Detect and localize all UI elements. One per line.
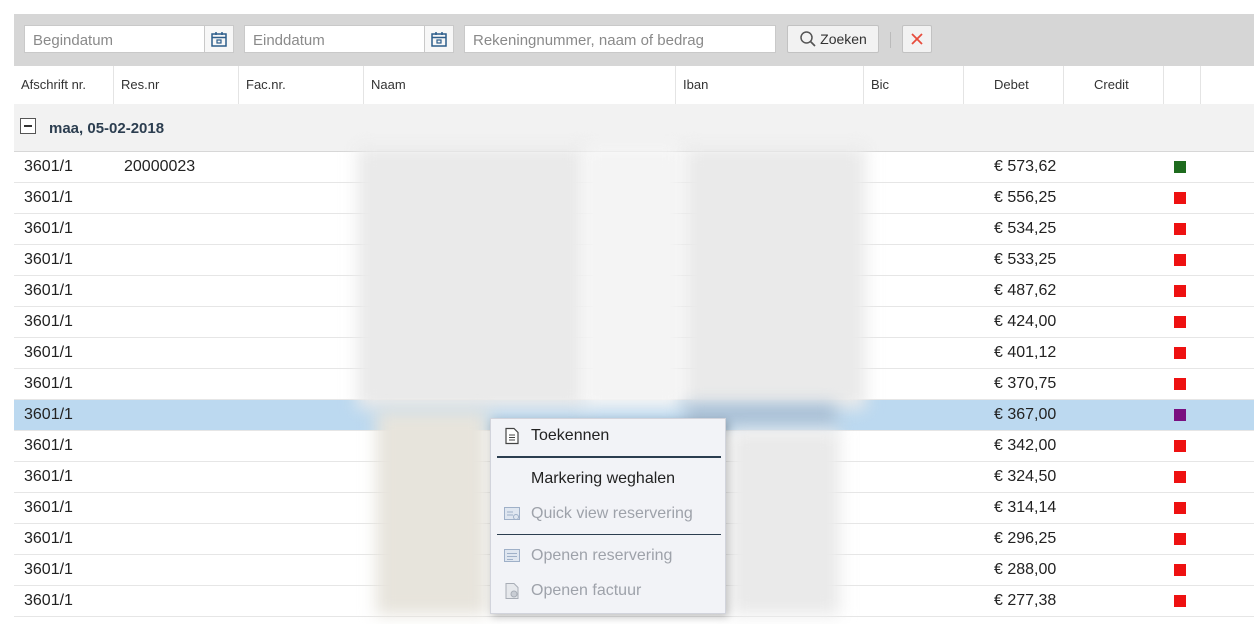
end-date-field[interactable]: Einddatum [244, 25, 454, 53]
document-icon [505, 427, 519, 445]
status-marker [1174, 254, 1186, 266]
debet-cell: € 314,14 [994, 499, 1057, 516]
column-header-marker [1164, 66, 1201, 104]
menu-item-openen-reservering[interactable]: Openen reservering [491, 541, 727, 571]
afschrift-cell: 3601/1 [24, 499, 73, 516]
afschrift-cell: 3601/1 [24, 468, 73, 485]
debet-cell: € 288,00 [994, 561, 1057, 578]
invoice-icon [505, 583, 519, 599]
afschrift-cell: 3601/1 [24, 530, 73, 547]
afschrift-cell: 3601/1 [24, 313, 73, 330]
clear-button[interactable] [902, 25, 932, 53]
status-marker [1174, 161, 1186, 173]
status-marker [1174, 378, 1186, 390]
debet-cell: € 277,38 [994, 592, 1057, 609]
afschrift-cell: 3601/1 [24, 561, 73, 578]
search-input[interactable]: Rekeningnummer, naam of bedrag [464, 25, 776, 53]
afschrift-cell: 3601/1 [24, 158, 73, 175]
context-menu: Toekennen Markering weghalen Quick view … [490, 418, 726, 614]
afschrift-cell: 3601/1 [24, 592, 73, 609]
menu-item-toekennen[interactable]: Toekennen [491, 421, 727, 451]
debet-cell: € 401,12 [994, 344, 1057, 361]
debet-cell: € 342,00 [994, 437, 1057, 454]
debet-cell: € 370,75 [994, 375, 1057, 392]
status-marker [1174, 316, 1186, 328]
debet-cell: € 324,50 [994, 468, 1057, 485]
column-header-naam[interactable]: Naam [364, 66, 676, 104]
calendar-icon[interactable] [424, 26, 453, 52]
redacted-name-region [357, 147, 587, 409]
debet-cell: € 487,62 [994, 282, 1057, 299]
menu-item-label: Openen reservering [531, 547, 673, 564]
status-marker [1174, 564, 1186, 576]
filter-toolbar: Begindatum Einddatum Rekeningnummer, naa… [14, 14, 1254, 66]
search-button-label: Zoeken [820, 31, 867, 47]
collapse-icon[interactable] [20, 118, 36, 134]
debet-cell: € 573,62 [994, 158, 1057, 175]
status-marker [1174, 440, 1186, 452]
menu-item-markering-weghalen[interactable]: Markering weghalen [491, 464, 727, 494]
redacted-name-region [582, 147, 682, 409]
debet-cell: € 424,00 [994, 313, 1057, 330]
status-marker [1174, 192, 1186, 204]
status-marker [1174, 409, 1186, 421]
menu-item-label: Markering weghalen [531, 470, 676, 487]
menu-item-label: Toekennen [531, 427, 610, 444]
quick-view-icon [504, 507, 520, 520]
group-date-label: maa, 05-02-2018 [49, 120, 165, 137]
afschrift-cell: 3601/1 [24, 282, 73, 299]
debet-cell: € 556,25 [994, 189, 1057, 206]
column-header-afschrift[interactable]: Afschrift nr. [14, 66, 114, 104]
status-marker [1174, 347, 1186, 359]
begin-date-field[interactable]: Begindatum [24, 25, 234, 53]
column-header-resnr[interactable]: Res.nr [114, 66, 239, 104]
search-icon [800, 31, 816, 47]
debet-cell: € 534,25 [994, 220, 1057, 237]
menu-item-openen-factuur[interactable]: Openen factuur [491, 576, 727, 606]
group-row: maa, 05-02-2018 [14, 104, 1254, 152]
status-marker [1174, 595, 1186, 607]
menu-divider [497, 534, 721, 535]
resnr-cell: 20000023 [124, 158, 196, 175]
status-marker [1174, 285, 1186, 297]
reservation-icon [504, 549, 520, 562]
afschrift-cell: 3601/1 [24, 344, 73, 361]
menu-item-quick-view[interactable]: Quick view reservering [491, 499, 727, 529]
status-marker [1174, 223, 1186, 235]
search-placeholder: Rekeningnummer, naam of bedrag [473, 32, 704, 49]
menu-item-label: Quick view reservering [531, 505, 693, 522]
status-marker [1174, 471, 1186, 483]
afschrift-cell: 3601/1 [24, 437, 73, 454]
afschrift-cell: 3601/1 [24, 220, 73, 237]
column-header-iban[interactable]: Iban [676, 66, 864, 104]
redacted-iban-region [684, 147, 866, 409]
afschrift-cell: 3601/1 [24, 375, 73, 392]
begin-date-placeholder: Begindatum [33, 32, 114, 49]
column-header-bic[interactable]: Bic [864, 66, 964, 104]
column-header-debet[interactable]: Debet [964, 66, 1064, 104]
calendar-icon[interactable] [204, 26, 233, 52]
close-icon [911, 33, 923, 45]
toolbar-divider [890, 32, 891, 48]
afschrift-cell: 3601/1 [24, 406, 73, 423]
column-header-facnr[interactable]: Fac.nr. [239, 66, 364, 104]
afschrift-cell: 3601/1 [24, 251, 73, 268]
debet-cell: € 533,25 [994, 251, 1057, 268]
table-header: Afschrift nr. Res.nr Fac.nr. Naam Iban B… [14, 66, 1254, 105]
search-button[interactable]: Zoeken [787, 25, 879, 53]
afschrift-cell: 3601/1 [24, 189, 73, 206]
redacted-iban-region [730, 430, 840, 615]
status-marker [1174, 533, 1186, 545]
status-marker [1174, 502, 1186, 514]
debet-cell: € 296,25 [994, 530, 1057, 547]
end-date-placeholder: Einddatum [253, 32, 325, 49]
debet-cell: € 367,00 [994, 406, 1057, 423]
column-header-credit[interactable]: Credit [1064, 66, 1164, 104]
redacted-name-region [376, 410, 488, 615]
menu-divider [497, 456, 721, 458]
menu-item-label: Openen factuur [531, 582, 642, 599]
